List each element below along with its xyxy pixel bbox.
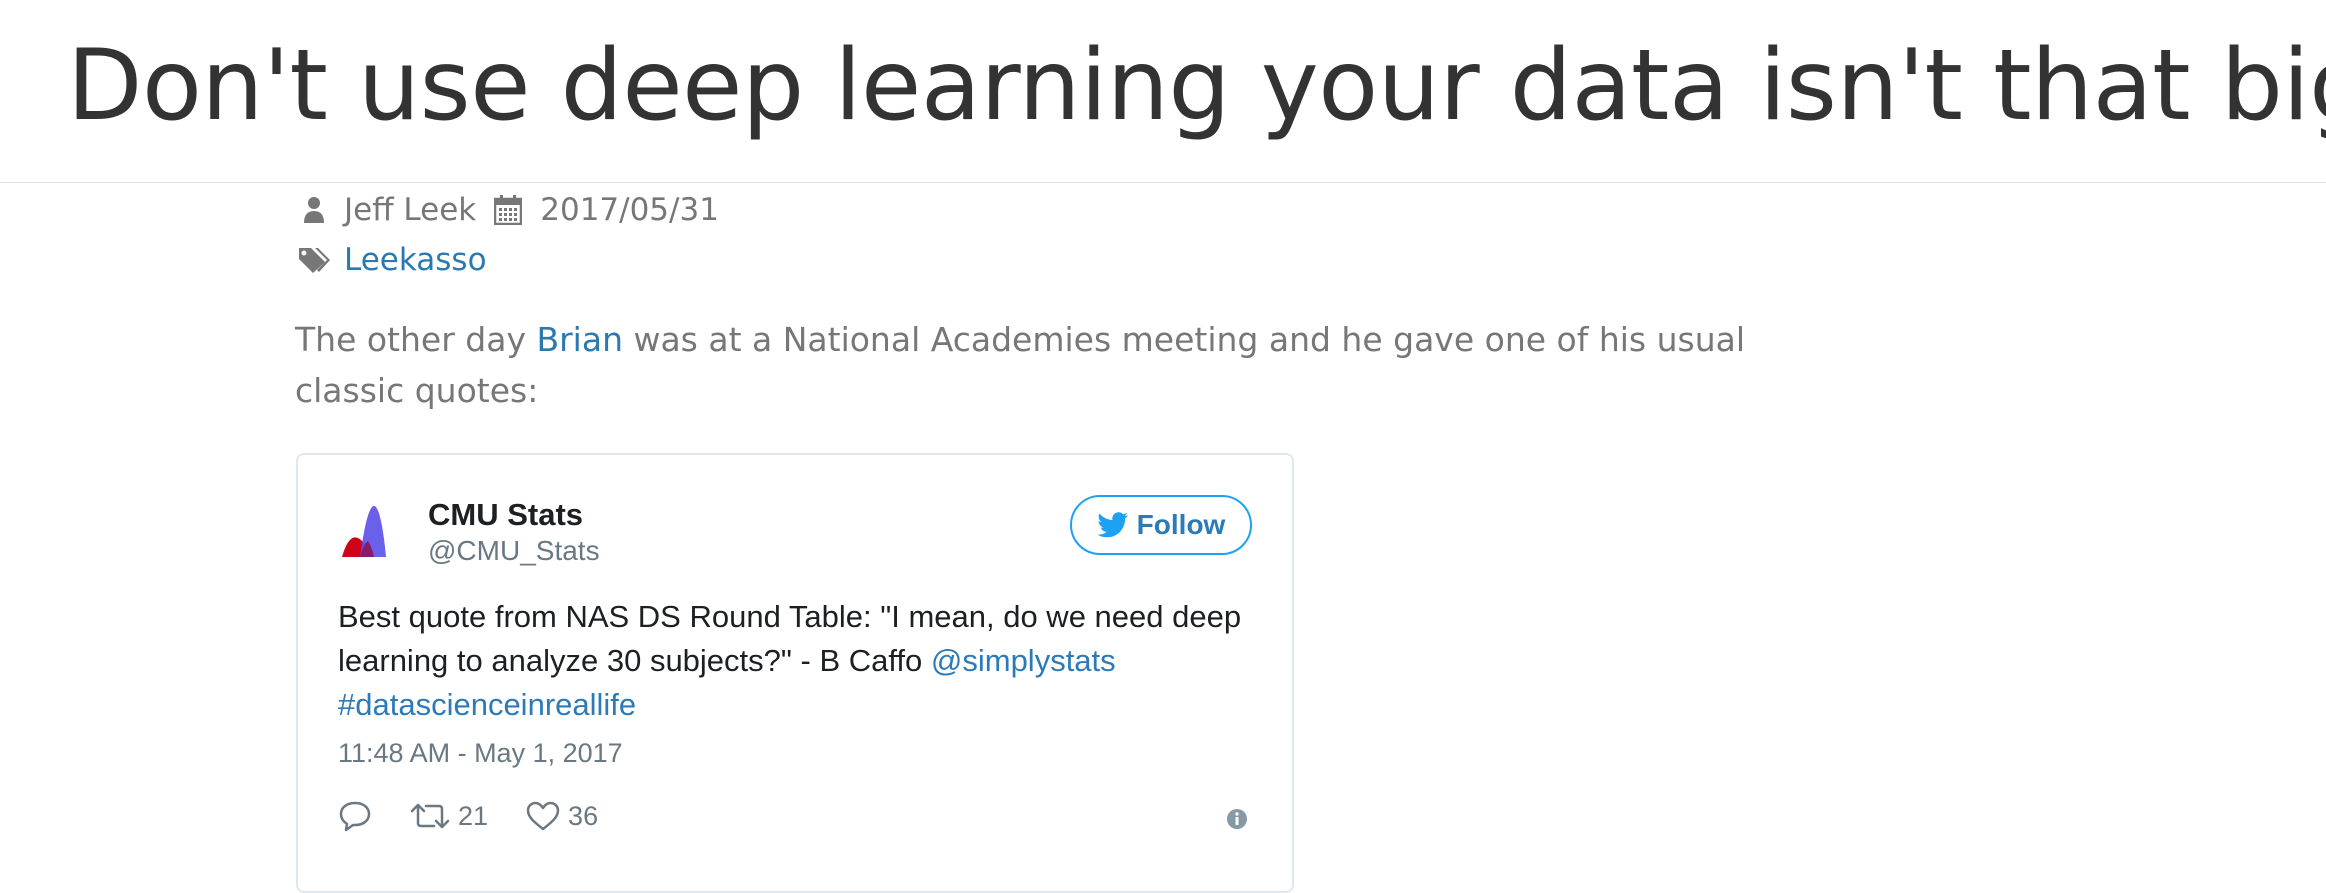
like-action[interactable]: 36 <box>526 801 598 832</box>
tweet-text: Best quote from NAS DS Round Table: "I m… <box>338 595 1258 727</box>
embedded-tweet: CMU Stats @CMU_Stats Follow Best quote f… <box>296 453 1294 893</box>
mention-link[interactable]: @simplystats <box>931 643 1116 678</box>
avatar[interactable] <box>338 501 408 571</box>
tweet-user-name[interactable]: CMU Stats <box>428 497 583 533</box>
follow-button[interactable]: Follow <box>1070 495 1252 555</box>
brian-link[interactable]: Brian <box>536 320 623 359</box>
reply-action[interactable] <box>338 800 372 832</box>
hashtag-link[interactable]: #datascienceinreallife <box>338 687 636 722</box>
retweet-icon <box>410 803 450 829</box>
heart-icon <box>526 801 560 831</box>
user-icon <box>296 196 332 224</box>
tweet-user-handle[interactable]: @CMU_Stats <box>428 535 600 567</box>
retweet-action[interactable]: 21 <box>410 801 488 832</box>
post-author: Jeff Leek <box>344 192 477 228</box>
tags-icon <box>296 246 332 274</box>
like-count: 36 <box>568 800 599 831</box>
calendar-icon <box>490 195 526 225</box>
intro-paragraph: The other day Brian was at a National Ac… <box>295 314 1855 416</box>
retweet-count: 21 <box>458 800 489 831</box>
reply-icon <box>339 801 371 832</box>
post-tags: Leekasso <box>296 238 487 282</box>
page-title: Don't use deep learning your data isn't … <box>67 29 2326 143</box>
twitter-bird-icon <box>1097 512 1128 538</box>
follow-label: Follow <box>1136 509 1226 540</box>
tag-link[interactable]: Leekasso <box>344 242 487 278</box>
tweet-actions: 21 36 <box>338 800 636 832</box>
post-meta: Jeff Leek 2017/05/31 <box>296 188 719 232</box>
page-header: Don't use deep learning your data isn't … <box>0 0 2326 183</box>
post-date: 2017/05/31 <box>540 192 719 228</box>
tweet-timestamp[interactable]: 11:48 AM - May 1, 2017 <box>338 738 623 769</box>
intro-text: The other day <box>295 320 537 359</box>
info-icon[interactable] <box>1226 808 1248 835</box>
